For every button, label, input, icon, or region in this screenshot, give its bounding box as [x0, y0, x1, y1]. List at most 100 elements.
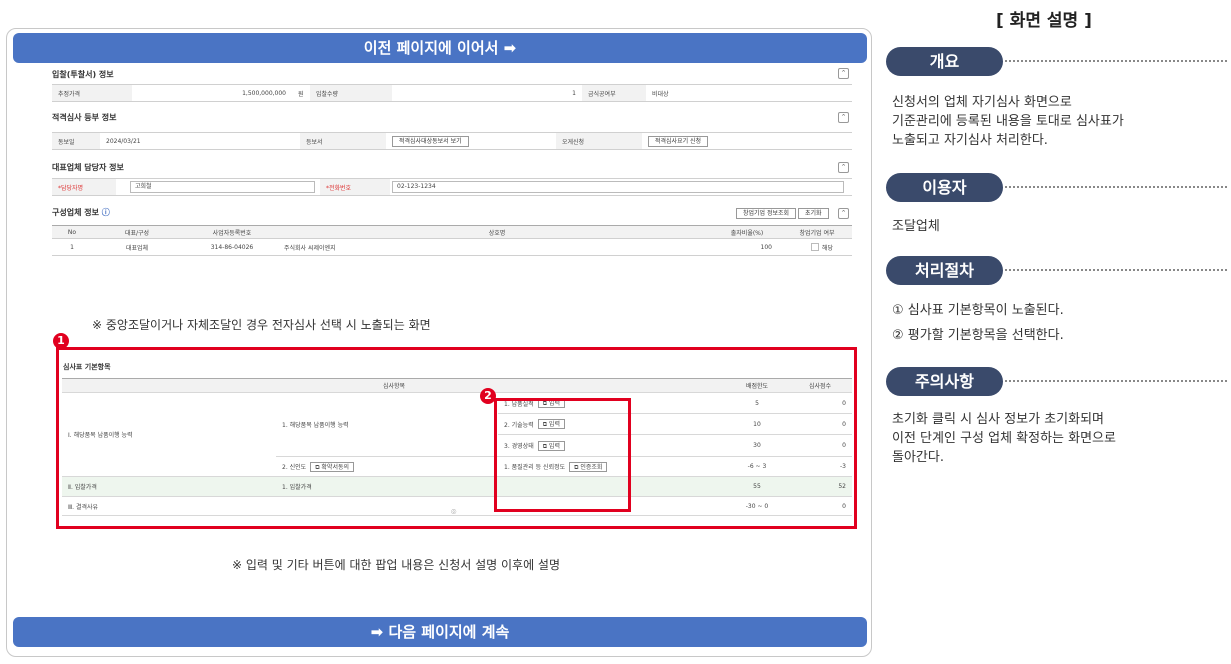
eval-sub2: 2. 신인도 ⧉ 확약서동의: [276, 457, 498, 477]
rep-info-title: 대표업체 담당자 정보: [52, 163, 124, 172]
procedure-line: ① 심사표 기본항목이 노출된다.: [892, 303, 1064, 318]
qty-value: 1: [572, 89, 576, 97]
item-3-result: 0: [788, 435, 852, 457]
scroll-handle-icon[interactable]: ⌾: [451, 508, 456, 518]
help-icon[interactable]: ⓘ: [102, 208, 110, 217]
table-row: 1 대표업체 314-86-04026 주식회사 씨제이엔지 100 해당: [52, 239, 852, 256]
divider-dots: [1005, 186, 1227, 188]
reset-button[interactable]: 초기화: [798, 208, 829, 219]
qual-info-title: 적격심사 등부 정보: [52, 113, 117, 122]
highlight-box-2: [494, 398, 631, 512]
eval-title: 심사표 기본항목: [63, 363, 111, 371]
member-actions: 창업기업 정보조회 초기화: [736, 208, 829, 219]
item-2-score: 10: [726, 414, 788, 435]
consent-button[interactable]: ⧉ 확약서동의: [310, 461, 355, 472]
col-name: 상호명: [488, 229, 506, 237]
qty-label: 입찰수량: [310, 85, 392, 101]
notice-date-label: 동보일: [52, 133, 100, 149]
item-3-score: 30: [726, 435, 788, 457]
apply-qual-button[interactable]: 적격심사요기 신청: [648, 135, 709, 147]
procedure-line: ② 평가할 기본항목을 선택한다.: [892, 328, 1064, 343]
marker-1: 1: [53, 333, 69, 349]
col-biz: 사업자등록번호: [212, 229, 252, 237]
divider-dots: [1005, 380, 1227, 382]
view-notice-doc-button[interactable]: 적격심사대상동보서 보기: [392, 135, 469, 147]
divider-dots: [1005, 60, 1227, 62]
flag-label: 금식공여부: [582, 85, 646, 101]
banner-continued-from: 이전 페이지에 이어서 ➡: [13, 33, 867, 63]
phone-input[interactable]: 02-123-1234: [392, 181, 844, 193]
manager-name-label: *담당자명: [58, 184, 84, 192]
item-1-result: 0: [788, 393, 852, 414]
member-info-collapse-button[interactable]: ⌃: [838, 208, 849, 219]
row-type: 대표업체: [125, 244, 149, 252]
startup-label: 해당: [821, 244, 834, 252]
member-table-header: No 대표/구성 사업자등록번호 상호명 출자비율(%) 창업기업 여부: [52, 225, 852, 239]
group2-score: 55: [726, 477, 788, 497]
marker-2: 2: [480, 388, 496, 404]
overview-text: 신청서의 업체 자기심사 화면으로 기준관리에 등록된 내용을 토대로 심사표가…: [892, 93, 1124, 150]
phone-label: *전화번호: [326, 184, 352, 192]
caution-line: 이전 단계인 구성 업체 확정하는 화면으로: [892, 431, 1116, 446]
banner-continue-next: ➡ 다음 페이지에 계속: [13, 617, 867, 647]
rep-info-collapse-button[interactable]: ⌃: [838, 162, 849, 173]
user-text: 조달업체: [892, 217, 940, 236]
eval-group2: Ⅱ. 입찰가격: [62, 477, 276, 497]
col-startup: 창업기업 여부: [799, 229, 835, 237]
row-biz: 314-86-04026: [210, 243, 254, 251]
note-bottom: ※ 입력 및 기타 버튼에 대한 팝업 내용은 신청서 설명 이후에 설명: [232, 558, 561, 572]
eval-head-item: 심사항목: [62, 378, 726, 393]
caution-text: 초기화 클릭 시 심사 정보가 초기화되며 이전 단계인 구성 업체 확정하는 …: [892, 410, 1116, 467]
startup-lookup-button[interactable]: 창업기업 정보조회: [736, 208, 797, 219]
eval-head-result: 심사점수: [788, 378, 852, 393]
sub2-label: 2. 신인도: [282, 464, 307, 471]
overview-line: 노출되고 자기심사 처리한다.: [892, 133, 1048, 148]
tag-caution: 주의사항: [886, 367, 1003, 396]
note-top: ※ 중앙조달이거나 자체조달인 경우 전자심사 선택 시 노출되는 화면: [92, 318, 431, 332]
apply-label: 오게신청: [556, 133, 642, 149]
group2-result: 52: [788, 477, 852, 497]
flag-value: 비대상: [652, 90, 669, 98]
qual-info-row: 동보일 2024/03/21 등보서 적격심사대상동보서 보기 오게신청 적격심…: [52, 132, 852, 150]
bid-info-title: 입찰(투찰서) 정보: [52, 70, 114, 79]
description-title: [ 화면 설명 ]: [996, 11, 1092, 31]
tag-procedure: 처리절차: [886, 256, 1003, 285]
eval-group1: Ⅰ. 해당품목 납품이행 능력: [62, 393, 276, 477]
item-2-result: 0: [788, 414, 852, 435]
sub2-result: -3: [788, 457, 852, 477]
eval-sub1: 1. 해당품목 납품이행 능력: [276, 393, 498, 457]
group3-result: 0: [788, 497, 852, 516]
row-startup[interactable]: 해당: [792, 239, 852, 255]
overview-line: 기준관리에 등록된 내용을 토대로 심사표가: [892, 114, 1124, 129]
row-name: 주식회사 씨제이엔지: [284, 244, 336, 252]
manager-name-input[interactable]: 고희철: [130, 181, 315, 193]
overview-line: 신청서의 업체 자기심사 화면으로: [892, 95, 1072, 110]
qual-info-collapse-button[interactable]: ⌃: [838, 112, 849, 123]
user-line: 조달업체: [892, 219, 940, 234]
price-label: 추정가격: [52, 85, 132, 101]
item-1-score: 5: [726, 393, 788, 414]
col-type: 대표/구성: [124, 229, 150, 237]
tag-overview: 개요: [886, 47, 1003, 76]
sub2-score: -6 ~ 3: [726, 457, 788, 477]
caution-line: 초기화 클릭 시 심사 정보가 초기화되며: [892, 412, 1105, 427]
col-no: No: [67, 228, 77, 236]
notice-doc-label: 등보서: [300, 133, 386, 149]
col-ratio: 출자비율(%): [730, 229, 764, 237]
caution-line: 돌아간다.: [892, 450, 944, 465]
divider-dots: [1005, 269, 1227, 271]
bid-info-row: 추정가격 1,500,000,000 원 입찰수량 1 금식공여부 비대상: [52, 84, 852, 102]
notice-date-value: 2024/03/21: [106, 137, 141, 145]
rep-info-row: *담당자명 고희철 *전화번호 02-123-1234: [52, 178, 852, 196]
bid-info-collapse-button[interactable]: ⌃: [838, 68, 849, 79]
procedure-text: ① 심사표 기본항목이 노출된다. ② 평가할 기본항목을 선택한다.: [892, 301, 1064, 345]
price-unit: 원: [298, 90, 304, 98]
row-no: 1: [70, 243, 74, 251]
row-ratio: 100: [760, 243, 772, 251]
startup-checkbox[interactable]: [810, 243, 819, 251]
eval-head-score: 배점한도: [726, 378, 788, 393]
member-info-title: 구성업체 정보 ⓘ: [52, 208, 110, 217]
price-value: 1,500,000,000: [242, 89, 286, 97]
tag-user: 이용자: [886, 173, 1003, 202]
group3-score: -30 ~ 0: [726, 497, 788, 516]
